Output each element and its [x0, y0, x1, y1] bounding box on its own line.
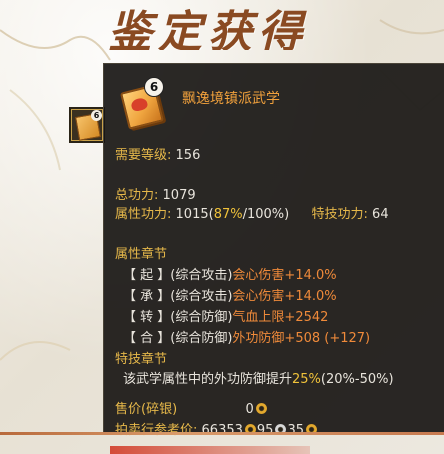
attribute-tag: 【 承 】: [123, 289, 171, 304]
silver-coin-icon: [255, 403, 267, 414]
bottom-warning-text-fragment: [110, 446, 310, 454]
skill-description-text: 该武学属性中的外功防御提升: [123, 372, 293, 387]
attribute-extra: (+127): [320, 331, 371, 346]
attribute-section-header: 属性章节: [115, 247, 168, 262]
auction-price-row: 拍卖行参考价: 66353 95 35: [115, 419, 318, 438]
auction-price-label: 拍卖行参考价:: [115, 423, 198, 438]
attribute-tag: 【 转 】: [123, 310, 171, 325]
skill-power-value: 64: [372, 207, 389, 222]
attribute-power-percent: 87%: [213, 207, 243, 222]
item-slot[interactable]: 6: [69, 107, 105, 143]
required-level-label: 需要等级:: [115, 148, 172, 163]
item-icon: 6: [116, 74, 168, 130]
required-level-row: 需要等级: 156: [115, 144, 200, 163]
bottom-divider: [0, 432, 444, 435]
item-tooltip-panel: 6 飘逸境镇派武学 需要等级: 156 总功力: 1079 属性功力: 1015…: [103, 63, 444, 438]
tier-badge: 6: [144, 77, 164, 97]
attribute-power-label: 属性功力:: [115, 207, 172, 222]
attribute-row: 【 承 】(综合攻击)会心伤害+14.0%: [123, 285, 337, 304]
sell-price-row: 售价(碎银) 0: [115, 398, 268, 417]
sell-price-value: 0: [245, 402, 254, 417]
attribute-effect: 气血上限+2542: [232, 310, 329, 325]
skill-description: 该武学属性中的外功防御提升25%(20%-50%): [123, 368, 394, 387]
auction-gold-value: 66353: [201, 423, 243, 438]
attribute-tag: 【 起 】: [123, 268, 171, 283]
attribute-row: 【 合 】(综合防御)外功防御+508 (+127): [123, 327, 370, 346]
required-level-value: 156: [175, 148, 201, 163]
attribute-row: 【 起 】(综合攻击)会心伤害+14.0%: [123, 264, 337, 283]
identify-result-title: 鉴定获得: [108, 7, 308, 50]
attribute-type: (综合攻击): [170, 268, 233, 283]
skill-description-range: (20%-50%): [320, 372, 394, 387]
attribute-power-max: /100%): [242, 207, 290, 222]
skill-section-header: 特技章节: [115, 352, 168, 367]
auction-silver-value: 95: [256, 423, 274, 438]
sell-price-label: 售价(碎银): [115, 402, 178, 417]
attribute-type: (综合攻击): [170, 289, 233, 304]
attribute-effect: 外功防御+508: [232, 331, 321, 346]
total-power-label: 总功力:: [115, 188, 159, 203]
attribute-tag: 【 合 】: [123, 331, 171, 346]
attribute-type: (综合防御): [170, 310, 233, 325]
attribute-power-value: 1015: [175, 207, 209, 222]
attribute-type: (综合防御): [170, 331, 233, 346]
attribute-effect: 会心伤害+14.0%: [232, 289, 337, 304]
auction-copper-value: 35: [287, 423, 304, 438]
skill-power-label: 特技功力:: [311, 207, 368, 222]
item-name: 飘逸境镇派武学: [182, 91, 280, 107]
attribute-row: 【 转 】(综合防御)气血上限+2542: [123, 306, 328, 325]
total-power-row: 总功力: 1079: [115, 184, 196, 203]
skill-description-percent: 25%: [292, 372, 321, 387]
total-power-value: 1079: [162, 188, 196, 203]
attribute-power-row: 属性功力: 1015(87%/100%) 特技功力: 64: [115, 203, 389, 222]
slot-tier-badge: 6: [91, 110, 102, 121]
attribute-effect: 会心伤害+14.0%: [232, 268, 337, 283]
